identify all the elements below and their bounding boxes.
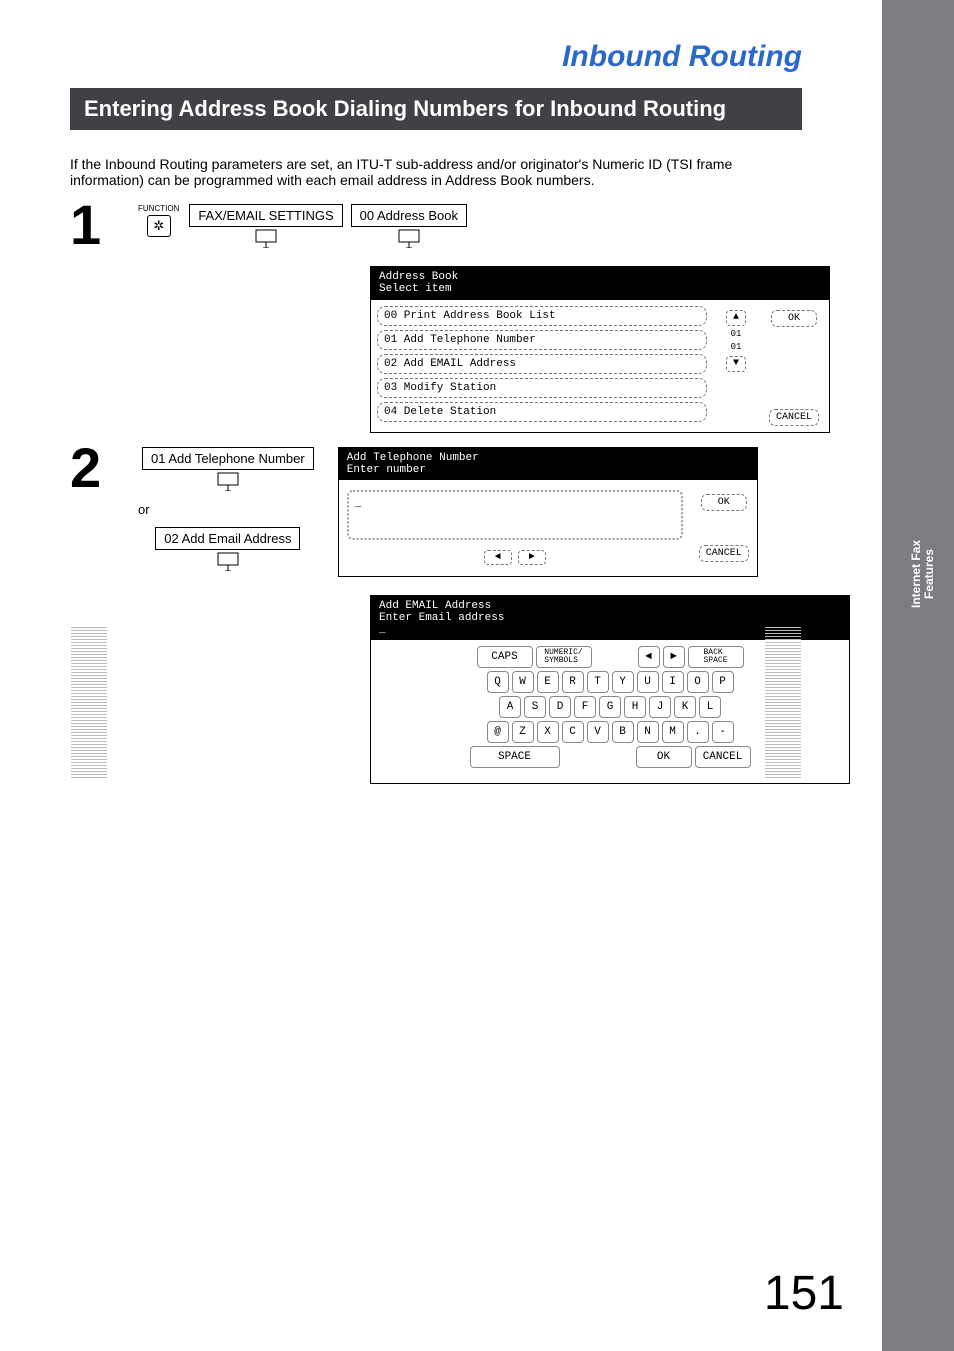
key-a[interactable]: A [499,696,521,718]
cursor-right-icon[interactable]: ► [518,550,546,565]
key-e[interactable]: E [537,671,559,693]
side-tab-line1: Internet Fax [909,540,923,608]
key-c[interactable]: C [562,721,584,743]
panel-decoration [765,625,801,778]
key-k[interactable]: K [674,696,696,718]
side-tab-line2: Features [922,549,936,599]
document-title: Inbound Routing [70,40,802,74]
cancel-button[interactable]: CANCEL [699,545,749,562]
function-glyph: ✲ [153,218,164,234]
arrow-left-key[interactable]: ◄ [638,646,660,668]
key-n[interactable]: N [637,721,659,743]
screen-titlebar: Address Book Select item [371,267,829,299]
add-email-address-button[interactable]: 02 Add Email Address [155,527,300,550]
address-book-screen: Address Book Select item 00 Print Addres… [370,266,830,432]
screen-titlebar: Add Telephone Number Enter number [339,448,757,480]
number-input[interactable]: _ [347,490,683,540]
add-telephone-screen: Add Telephone Number Enter number _ ◄ ► [338,447,758,577]
key-m[interactable]: M [662,721,684,743]
key-q[interactable]: Q [487,671,509,693]
list-item[interactable]: 03 Modify Station [377,378,707,398]
key-f[interactable]: F [574,696,596,718]
intro-paragraph: If the Inbound Routing parameters are se… [70,156,802,188]
cancel-button[interactable]: CANCEL [769,409,819,426]
page-indicator-top: 01 [731,330,742,339]
keyboard-row-3: @ Z X C V B N M . - [411,721,809,743]
touch-icon [253,227,279,249]
key-t[interactable]: T [587,671,609,693]
key-at[interactable]: @ [487,721,509,743]
list-item[interactable]: 02 Add EMAIL Address [377,354,707,374]
key-i[interactable]: I [662,671,684,693]
scroll-up-icon[interactable]: ▲ [726,310,746,326]
scroll-down-icon[interactable]: ▼ [726,356,746,372]
cursor-left-icon[interactable]: ◄ [484,550,512,565]
step-1: 1 FUNCTION ✲ FAX/EMAIL SETTINGS 00 Addre… [70,204,802,250]
screen-subtitle: Enter number [347,464,749,476]
screen-subtitle: Enter Email address [379,612,841,624]
list-item[interactable]: 01 Add Telephone Number [377,330,707,350]
side-tab: Internet Fax Features [910,540,936,608]
ok-button[interactable]: OK [636,746,692,768]
screen-title: Address Book [379,271,821,283]
key-b[interactable]: B [612,721,634,743]
ok-button[interactable]: OK [771,310,817,327]
screen-title: Add Telephone Number [347,452,749,464]
add-telephone-number-button[interactable]: 01 Add Telephone Number [142,447,314,470]
caps-key[interactable]: CAPS [477,646,533,668]
key-x[interactable]: X [537,721,559,743]
cancel-button[interactable]: CANCEL [695,746,751,768]
section-heading: Entering Address Book Dialing Numbers fo… [70,88,802,130]
list-item[interactable]: 04 Delete Station [377,402,707,422]
key-l[interactable]: L [699,696,721,718]
key-dash[interactable]: - [712,721,734,743]
key-u[interactable]: U [637,671,659,693]
function-key[interactable]: FUNCTION ✲ [138,204,179,237]
menu-list: 00 Print Address Book List 01 Add Teleph… [377,306,707,426]
list-item[interactable]: 00 Print Address Book List [377,306,707,326]
key-o[interactable]: O [687,671,709,693]
numeric-symbols-key[interactable]: NUMERIC/ SYMBOLS [536,646,592,668]
backspace-key[interactable]: BACK SPACE [688,646,744,668]
function-label: FUNCTION [138,204,179,213]
key-d[interactable]: D [549,696,571,718]
panel-decoration [71,625,107,778]
key-p[interactable]: P [712,671,734,693]
step-number-2: 2 [70,443,130,493]
address-book-menu-button[interactable]: 00 Address Book [351,204,467,227]
keyboard-row-1: Q W E R T Y U I O P [411,671,809,693]
step-number-1: 1 [70,200,130,250]
key-y[interactable]: Y [612,671,634,693]
fax-email-settings-button[interactable]: FAX/EMAIL SETTINGS [189,204,342,227]
screen-title: Add EMAIL Address [379,600,841,612]
key-dot[interactable]: . [687,721,709,743]
touch-icon [215,550,241,572]
ok-button[interactable]: OK [701,494,747,511]
key-j[interactable]: J [649,696,671,718]
space-key[interactable]: SPACE [470,746,560,768]
key-h[interactable]: H [624,696,646,718]
touch-icon [215,470,241,492]
add-email-screen: Add EMAIL Address Enter Email address _ … [370,595,850,784]
input-value: _ [355,498,362,510]
touch-icon [396,227,422,249]
arrow-right-key[interactable]: ► [663,646,685,668]
screen-subtitle: Select item [379,283,821,295]
key-w[interactable]: W [512,671,534,693]
page-number: 151 [764,1266,844,1321]
key-z[interactable]: Z [512,721,534,743]
key-v[interactable]: V [587,721,609,743]
or-label: or [138,502,318,517]
manual-side-strip [882,0,954,1351]
step-2: 2 01 Add Telephone Number or 02 Add Emai… [70,447,802,577]
page-indicator-bot: 01 [731,343,742,352]
key-r[interactable]: R [562,671,584,693]
key-s[interactable]: S [524,696,546,718]
keyboard-row-2: A S D F G H J K L [411,696,809,718]
key-g[interactable]: G [599,696,621,718]
